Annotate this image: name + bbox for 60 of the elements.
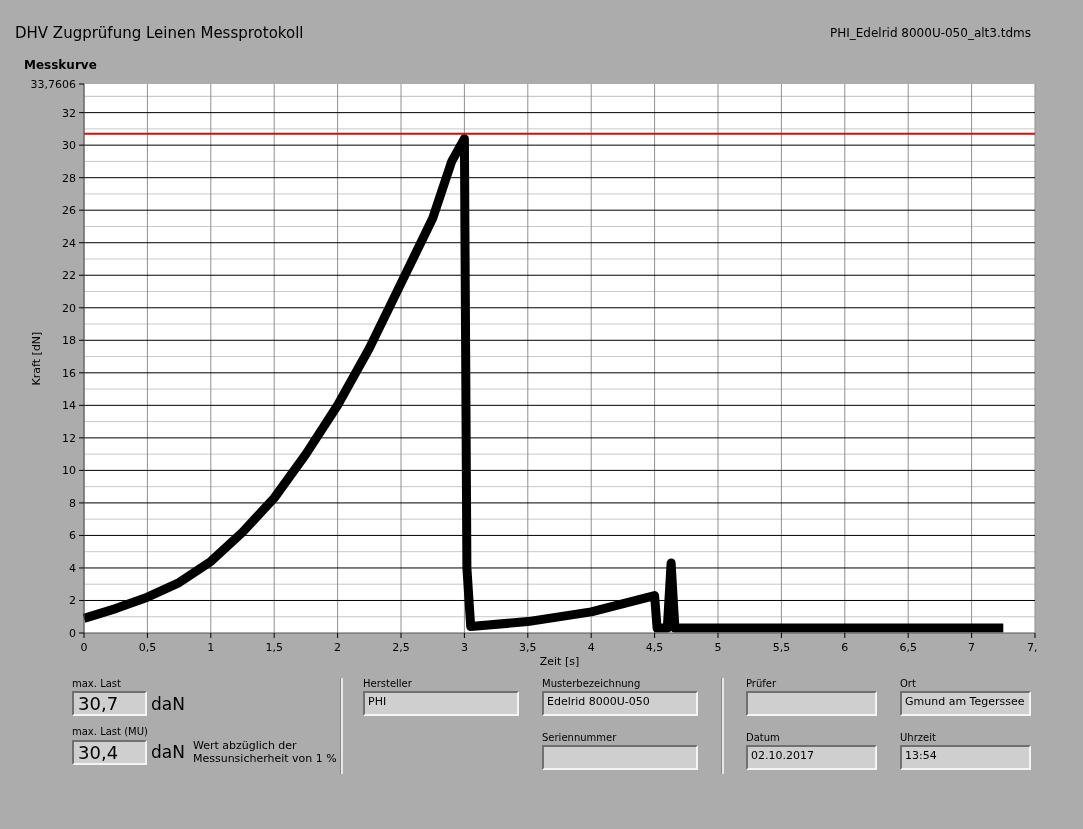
y-tick-label: 2 [69, 594, 76, 608]
x-tick-label: 3,5 [519, 641, 537, 654]
field-label: Uhrzeit [900, 731, 937, 743]
text-field[interactable]: PHI [363, 691, 519, 716]
field-label: Seriennummer [542, 731, 618, 743]
x-tick-label: 2 [334, 641, 342, 654]
text-field[interactable]: Edelrid 8000U-050 [542, 691, 698, 716]
value-field[interactable]: 30,4 [72, 739, 147, 765]
x-tick-label: 0 [80, 641, 88, 654]
y-tick-label: 22 [62, 269, 76, 283]
field-label: Hersteller [363, 678, 413, 689]
text-field[interactable]: 13:54 [900, 744, 1031, 770]
text-field[interactable]: Gmund am Tegerssee [900, 691, 1031, 716]
field-label: max. Last (MU) [72, 726, 149, 737]
x-tick-label: 4,5 [645, 641, 664, 654]
x-tick-label: 6 [841, 641, 849, 654]
x-tick-label: 7 [968, 641, 976, 654]
text-field[interactable] [542, 744, 698, 770]
y-tick-label: 6 [69, 529, 76, 543]
y-tick-label: 28 [62, 171, 76, 185]
y-tick-label: 0 [69, 627, 76, 640]
y-tick-label: 10 [62, 464, 76, 478]
x-tick-label: 1,5 [265, 641, 283, 654]
field-label: max. Last [72, 678, 122, 689]
text-field[interactable] [746, 691, 877, 716]
y-tick-label: 30 [62, 139, 76, 153]
report-title: DHV Zugprüfung Leinen Messprotokoll [15, 24, 304, 42]
y-tick-label: 16 [62, 366, 76, 380]
y-tick-label: 8 [69, 496, 76, 510]
x-tick-label: 7, [1027, 641, 1038, 654]
value-field[interactable]: 30,7 [72, 691, 147, 716]
y-tick-label: 4 [69, 561, 76, 575]
x-tick-label: 4 [587, 641, 595, 654]
x-tick-label: 1 [207, 641, 215, 654]
y-tick-label: 18 [62, 334, 76, 348]
text-field[interactable]: 02.10.2017 [746, 744, 877, 770]
field-label: Ort [900, 678, 917, 689]
unit-label: daN [151, 742, 185, 762]
chart-title: Messkurve [24, 58, 97, 72]
y-tick-label: 24 [62, 236, 76, 250]
y-tick-label: 33,7606 [30, 78, 76, 91]
x-tick-label: 3 [460, 641, 468, 654]
file-name: PHI_Edelrid 8000U-050_alt3.tdms [829, 26, 1031, 40]
x-tick-label: 5 [714, 641, 722, 654]
x-tick-label: 2,5 [392, 641, 410, 654]
field-label: Datum [746, 731, 781, 743]
y-axis-title: Kraft [dN] [30, 331, 43, 386]
unit-label: daN [151, 693, 185, 714]
y-tick-label: 32 [62, 106, 76, 120]
x-axis-title: Zeit [s] [539, 655, 580, 668]
field-label: Musterbezeichnung [542, 678, 642, 689]
x-tick-label: 6,5 [899, 641, 917, 654]
x-tick-label: 0,5 [138, 641, 157, 654]
y-tick-label: 26 [62, 204, 76, 218]
field-label: Prüfer [746, 678, 778, 689]
note-text: Wert abzüglich der Messunsicherheit von 1 % [192, 739, 337, 765]
y-tick-label: 14 [62, 399, 76, 413]
y-tick-label: 12 [62, 431, 76, 445]
x-tick-label: 5,5 [772, 641, 791, 654]
y-tick-label: 20 [62, 301, 76, 315]
